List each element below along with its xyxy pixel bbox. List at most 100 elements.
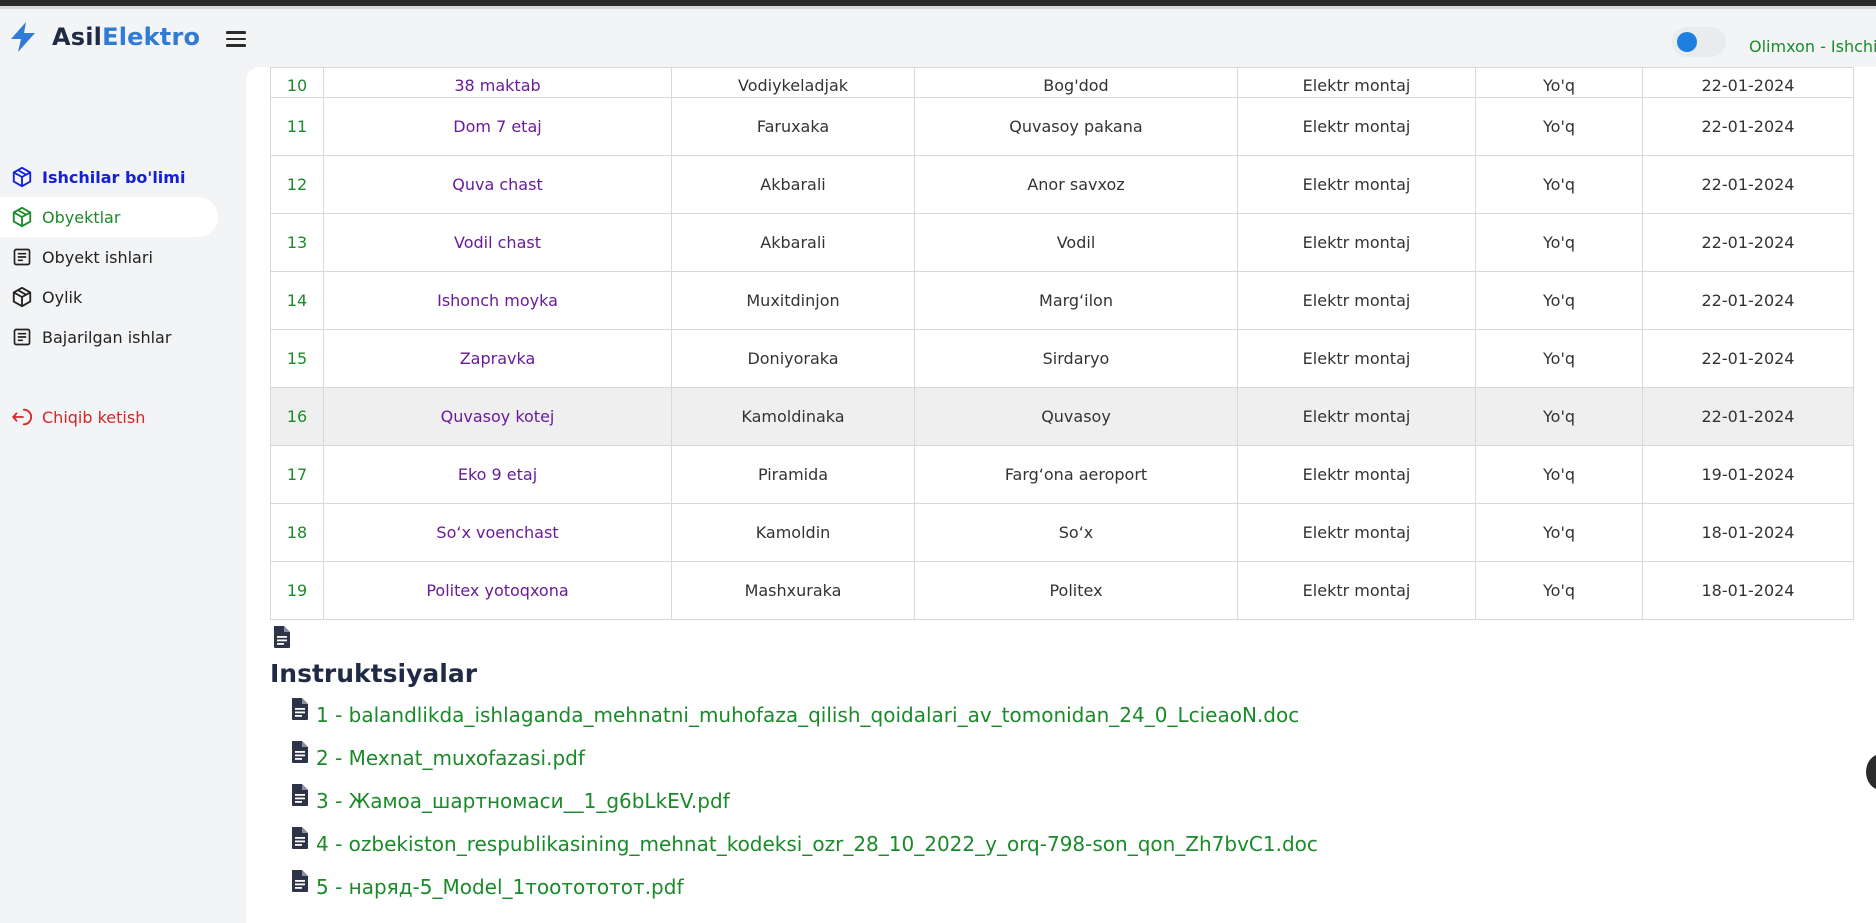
- sidebar-item-ishchilar[interactable]: Ishchilar bo'limi: [0, 157, 218, 197]
- work-type-cell: Elektr montaj: [1237, 213, 1476, 272]
- theme-toggle[interactable]: [1672, 27, 1726, 57]
- row-number: 11: [270, 97, 324, 156]
- worker-cell: Vodiykeladjak: [671, 67, 915, 98]
- sidebar-item-label: Obyekt ishlari: [42, 247, 153, 267]
- sidebar-item-label: Bajarilgan ishlar: [42, 327, 172, 347]
- row-number: 19: [270, 561, 324, 620]
- document-icon: [10, 245, 34, 269]
- document-icon: [10, 325, 34, 349]
- toggle-knob: [1677, 32, 1697, 52]
- row-number: 16: [270, 387, 324, 446]
- brand-part-1: Asil: [52, 23, 103, 51]
- table-row[interactable]: 10 38 maktab Vodiykeladjak Bog'dod Elekt…: [270, 67, 1854, 98]
- worker-cell: Doniyoraka: [671, 329, 915, 388]
- logout-label: Chiqib ketish: [42, 407, 146, 427]
- date-cell: 22-01-2024: [1642, 67, 1854, 98]
- row-number: 13: [270, 213, 324, 272]
- file-icon: [274, 626, 290, 648]
- user-name[interactable]: Olimxon - Ishchi: [1749, 37, 1876, 56]
- list-item: 4 - ozbekiston_respublikasining_mehnat_k…: [290, 826, 1318, 869]
- object-name-link[interactable]: Eko 9 etaj: [323, 445, 672, 504]
- object-name-link[interactable]: Quva chast: [323, 155, 672, 214]
- row-number: 18: [270, 503, 324, 562]
- row-number: 14: [270, 271, 324, 330]
- object-name-link[interactable]: Ishonch moyka: [323, 271, 672, 330]
- table-row[interactable]: 17 Eko 9 etaj Piramida Farg‘ona aeroport…: [270, 445, 1854, 504]
- brand-name: AsilElektro: [52, 23, 200, 51]
- date-cell: 22-01-2024: [1642, 271, 1854, 330]
- date-cell: 18-01-2024: [1642, 503, 1854, 562]
- brand-part-2: Elektro: [102, 23, 201, 51]
- instruction-file-link[interactable]: 1 - balandlikda_ishlaganda_mehnatni_muho…: [316, 703, 1299, 727]
- work-type-cell: Elektr montaj: [1237, 503, 1476, 562]
- worker-cell: Kamoldinaka: [671, 387, 915, 446]
- sidebar-item-bajarilgan-ishlar[interactable]: Bajarilgan ishlar: [0, 317, 218, 357]
- sidebar-item-label: Obyektlar: [42, 207, 121, 227]
- work-type-cell: Elektr montaj: [1237, 561, 1476, 620]
- objects-table: 10 38 maktab Vodiykeladjak Bog'dod Elekt…: [270, 67, 1854, 620]
- app-logo[interactable]: AsilElektro: [8, 21, 200, 53]
- object-name-link[interactable]: Vodil chast: [323, 213, 672, 272]
- file-icon: [292, 784, 308, 806]
- table-row[interactable]: 13 Vodil chast Akbarali Vodil Elektr mon…: [270, 213, 1854, 272]
- object-name-link[interactable]: Politex yotoqxona: [323, 561, 672, 620]
- status-cell: Yo'q: [1475, 329, 1643, 388]
- logout-icon: [10, 405, 34, 429]
- object-name-link[interactable]: Quvasoy kotej: [323, 387, 672, 446]
- table-row-hovered[interactable]: 16 Quvasoy kotej Kamoldinaka Quvasoy Ele…: [270, 387, 1854, 446]
- row-number: 17: [270, 445, 324, 504]
- status-cell: Yo'q: [1475, 387, 1643, 446]
- sidebar-item-obyekt-ishlari[interactable]: Obyekt ishlari: [0, 237, 218, 277]
- status-cell: Yo'q: [1475, 67, 1643, 98]
- box-icon: [10, 165, 34, 189]
- instructions-title: Instruktsiyalar: [270, 659, 478, 688]
- list-item: 3 - Жамоа_шартномаси__1_g6bLkEV.pdf: [290, 783, 1318, 826]
- object-name-link[interactable]: Zapravka: [323, 329, 672, 388]
- place-cell: Farg‘ona aeroport: [914, 445, 1238, 504]
- date-cell: 22-01-2024: [1642, 387, 1854, 446]
- table-row[interactable]: 15 Zapravka Doniyoraka Sirdaryo Elektr m…: [270, 329, 1854, 388]
- instruction-file-link[interactable]: 4 - ozbekiston_respublikasining_mehnat_k…: [316, 832, 1318, 856]
- work-type-cell: Elektr montaj: [1237, 329, 1476, 388]
- instruction-file-link[interactable]: 5 - наряд-5_Model_1тоотототот.pdf: [316, 875, 683, 899]
- date-cell: 18-01-2024: [1642, 561, 1854, 620]
- table-row[interactable]: 11 Dom 7 etaj Faruxaka Quvasoy pakana El…: [270, 97, 1854, 156]
- table-row[interactable]: 12 Quva chast Akbarali Anor savxoz Elekt…: [270, 155, 1854, 214]
- status-cell: Yo'q: [1475, 213, 1643, 272]
- row-number: 15: [270, 329, 324, 388]
- file-icon: [292, 698, 308, 720]
- date-cell: 22-01-2024: [1642, 213, 1854, 272]
- sidebar: Ishchilar bo'limi Obyektlar Obyekt ishla…: [0, 67, 222, 923]
- sidebar-item-obyektlar[interactable]: Obyektlar: [0, 197, 218, 237]
- status-cell: Yo'q: [1475, 561, 1643, 620]
- object-name-link[interactable]: Dom 7 etaj: [323, 97, 672, 156]
- table-row[interactable]: 18 So‘x voenchast Kamoldin So‘x Elektr m…: [270, 503, 1854, 562]
- top-header: AsilElektro Olimxon - Ishchi: [0, 9, 1876, 67]
- worker-cell: Faruxaka: [671, 97, 915, 156]
- list-item: 2 - Mexnat_muxofazasi.pdf: [290, 740, 1318, 783]
- sidebar-item-label: Oylik: [42, 287, 83, 307]
- hamburger-menu-icon[interactable]: [224, 27, 248, 51]
- work-type-cell: Elektr montaj: [1237, 271, 1476, 330]
- table-row[interactable]: 14 Ishonch moyka Muxitdinjon Marg‘ilon E…: [270, 271, 1854, 330]
- row-number: 10: [270, 67, 324, 98]
- sidebar-item-label: Ishchilar bo'limi: [42, 167, 186, 187]
- box-icon: [10, 285, 34, 309]
- instruction-file-link[interactable]: 3 - Жамоа_шартномаси__1_g6bLkEV.pdf: [316, 789, 730, 813]
- sidebar-item-oylik[interactable]: Oylik: [0, 277, 218, 317]
- instruction-file-link[interactable]: 2 - Mexnat_muxofazasi.pdf: [316, 746, 585, 770]
- work-type-cell: Elektr montaj: [1237, 387, 1476, 446]
- table-row[interactable]: 19 Politex yotoqxona Mashxuraka Politex …: [270, 561, 1854, 620]
- place-cell: Vodil: [914, 213, 1238, 272]
- work-type-cell: Elektr montaj: [1237, 97, 1476, 156]
- browser-top-strip: [0, 0, 1876, 9]
- logout-button[interactable]: Chiqib ketish: [0, 397, 218, 437]
- place-cell: So‘x: [914, 503, 1238, 562]
- object-name-link[interactable]: 38 maktab: [323, 67, 672, 98]
- work-type-cell: Elektr montaj: [1237, 445, 1476, 504]
- list-item: 1 - balandlikda_ishlaganda_mehnatni_muho…: [290, 697, 1318, 740]
- main-content: 10 38 maktab Vodiykeladjak Bog'dod Elekt…: [246, 67, 1876, 923]
- object-name-link[interactable]: So‘x voenchast: [323, 503, 672, 562]
- status-cell: Yo'q: [1475, 271, 1643, 330]
- row-number: 12: [270, 155, 324, 214]
